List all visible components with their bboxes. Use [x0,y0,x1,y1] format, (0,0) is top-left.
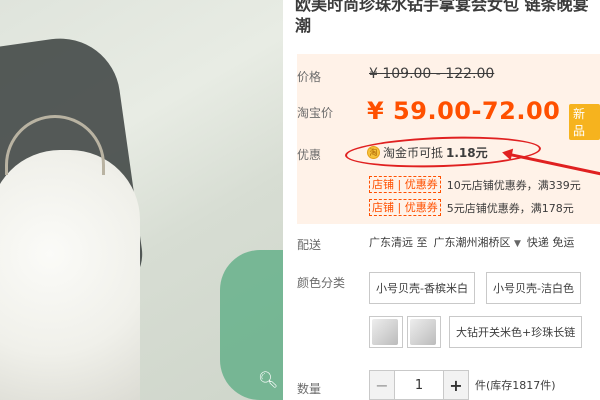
sku-option-label: 小号贝壳-香槟米白 [376,282,468,295]
coupon-text: 10元店铺优惠券，满339元 [446,178,581,192]
product-info-panel: 欧美时尚珍珠水钻手拿宴会女包 链条晚宴 潮 价格 ¥ 109.00 - 122.… [283,0,600,400]
sku-option-label: 小号贝壳-洁白色 [493,282,574,295]
coupon-text: 5元店铺优惠券，满178元 [446,201,574,215]
promo-label: 优惠 [297,148,322,162]
original-price: ¥ 109.00 - 122.00 [369,66,495,82]
product-title: 欧美时尚珍珠水钻手拿宴会女包 链条晚宴 潮 [295,0,600,36]
shipping-info: 广东清远 至 广东潮州湘桥区 ▼ 快递 免运 [369,234,574,250]
sku-thumb-1[interactable] [369,316,403,348]
stock-text: 件(库存1817件) [475,379,556,392]
quantity-input[interactable]: 1 [395,370,443,400]
price-label: 价格 [297,70,322,84]
product-title-line2: 潮 [295,16,312,35]
new-product-badge: 新品 [569,104,600,140]
sku-label: 颜色分类 [297,276,346,290]
sku-thumb-2[interactable] [407,316,441,348]
product-page: 🔍︎ 欧美时尚珍珠水钻手拿宴会女包 链条晚宴 潮 价格 ¥ 109.00 - 1… [0,0,600,400]
quantity-decrease-button[interactable]: − [369,370,395,400]
current-price: ¥ 59.00-72.00 [367,97,561,125]
coupon-tag: 店铺 | 优惠券 [369,176,441,193]
chevron-down-icon: ▼ [514,239,521,249]
ship-to: 广东潮州湘桥区 [433,236,511,249]
quantity-increase-button[interactable]: + [443,370,469,400]
quantity-stepper: − 1 + 件(库存1817件) [369,370,556,400]
product-image[interactable]: 🔍︎ [0,0,283,400]
image-bag [0,150,140,400]
ship-to-select[interactable]: 广东潮州湘桥区 ▼ [434,234,521,250]
coin-discount: 淘 淘金币可抵 1.18元 [367,144,488,161]
coupon-2[interactable]: 店铺 | 优惠券 5元店铺优惠券，满178元 [369,199,574,216]
sku-option-label: 大钻开关米色+珍珠长链 [456,326,576,339]
ship-method: 快递 免运 [526,236,575,249]
sku-option-2[interactable]: 小号贝壳-洁白色 [486,272,581,304]
quantity-label: 数量 [297,382,322,396]
sku-option-1[interactable]: 小号贝壳-香槟米白 [369,272,475,304]
magnifier-icon[interactable]: 🔍︎ [258,370,278,389]
ship-from: 广东清远 至 [369,236,428,249]
sku-thumbnail [410,319,436,345]
coin-text: 淘金币可抵 [383,146,444,160]
coupon-1[interactable]: 店铺 | 优惠券 10元店铺优惠券，满339元 [369,176,581,193]
product-title-line1: 欧美时尚珍珠水钻手拿宴会女包 链条晚宴 [295,0,589,14]
taobao-price-label: 淘宝价 [297,106,334,120]
coupon-tag: 店铺 | 优惠券 [369,199,441,216]
sku-thumbnail [372,319,398,345]
shipping-label: 配送 [297,238,322,252]
coin-amount: 1.18元 [446,146,488,160]
coin-icon: 淘 [367,146,380,159]
sku-option-3[interactable]: 大钻开关米色+珍珠长链 [449,316,583,348]
